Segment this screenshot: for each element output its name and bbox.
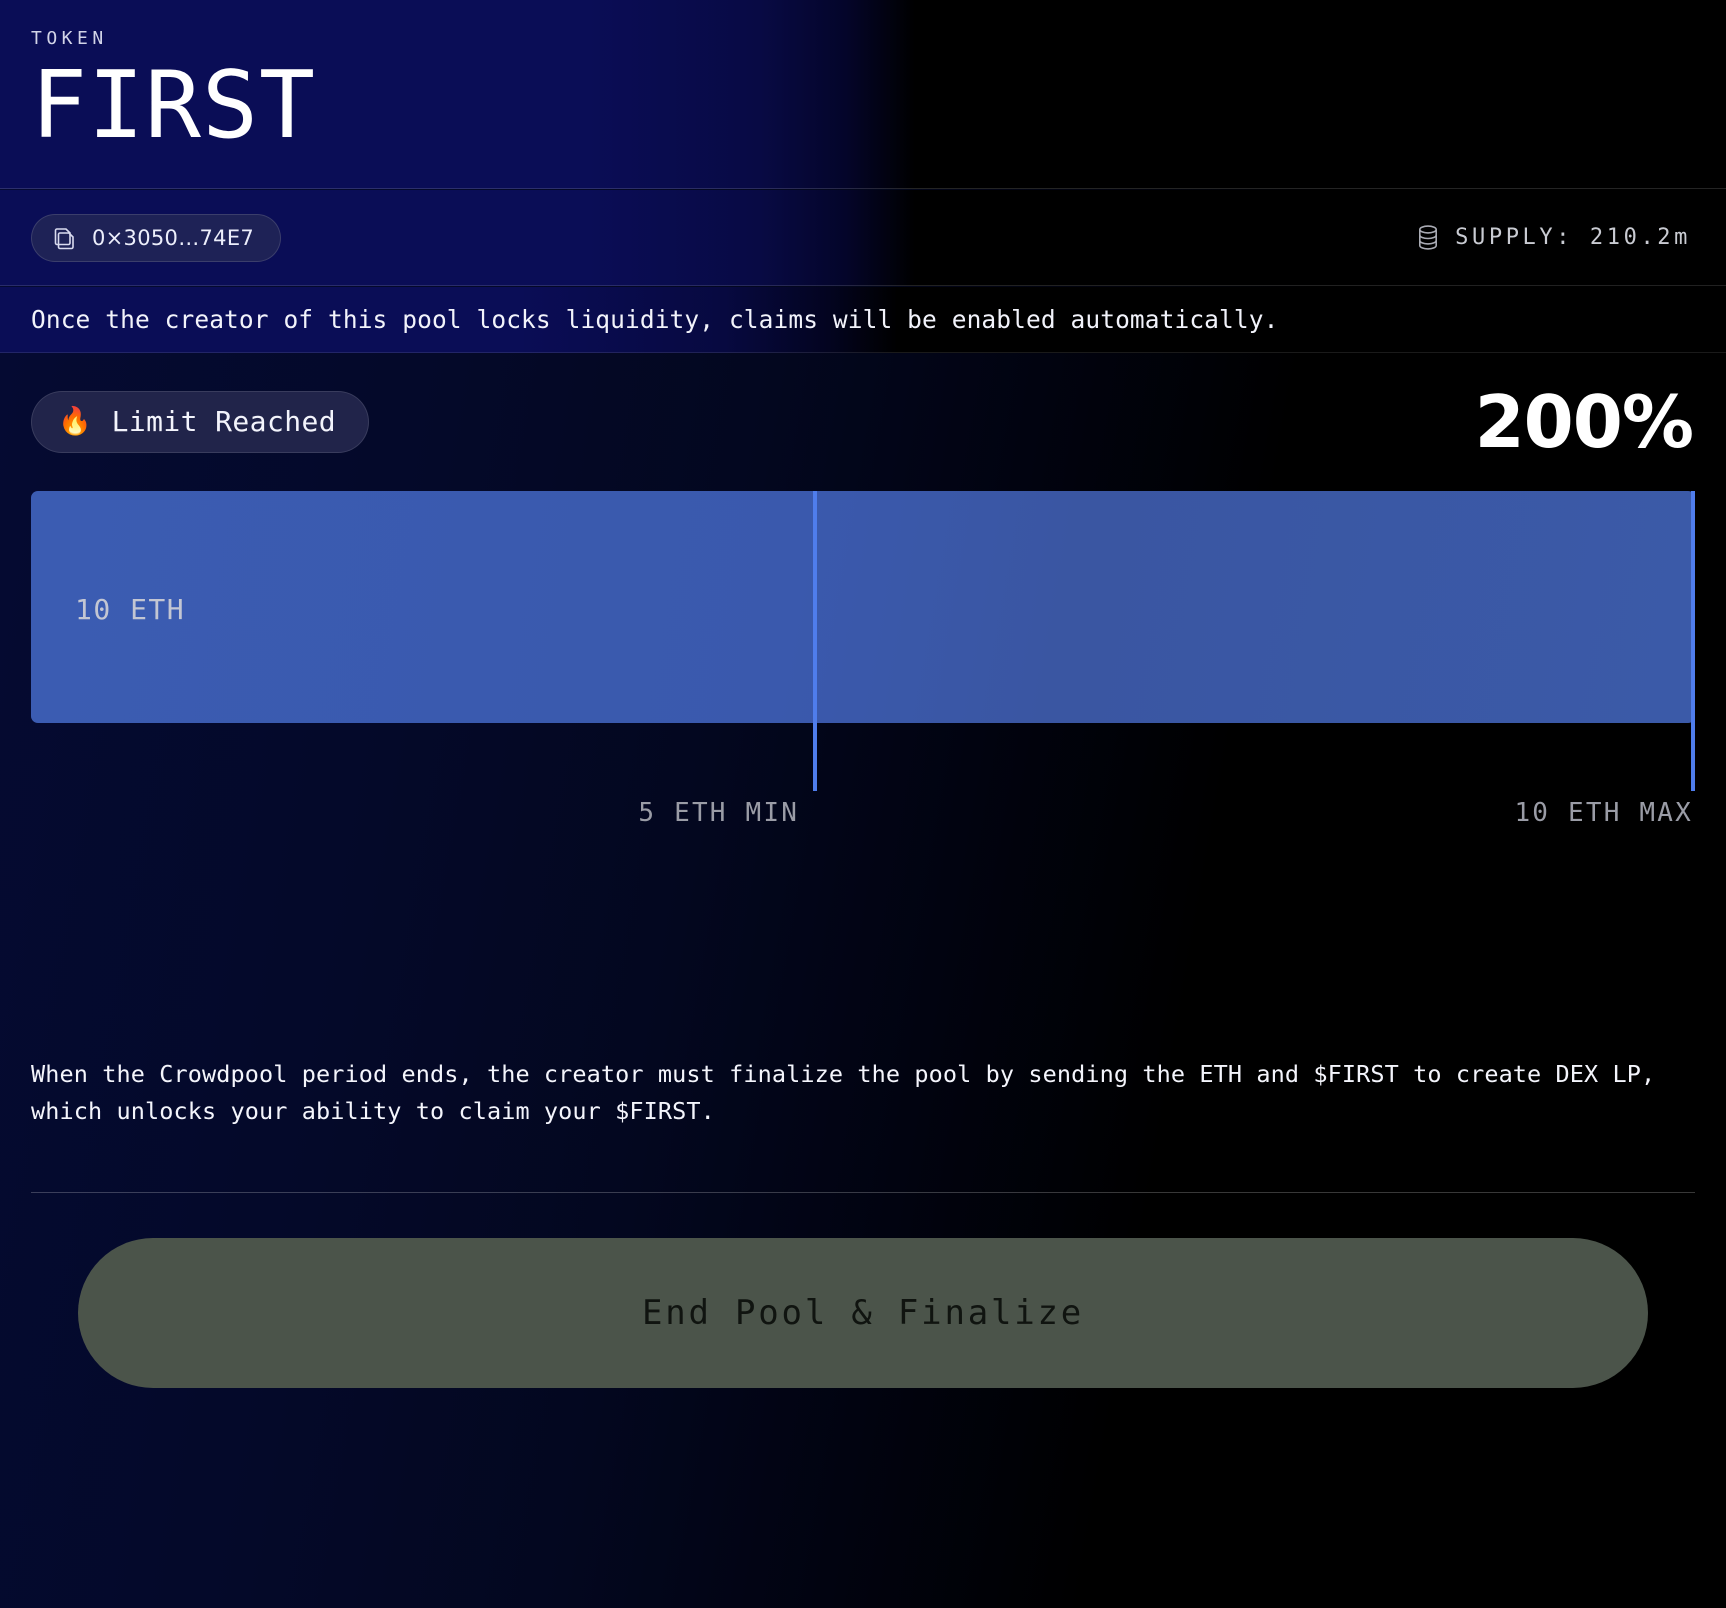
token-kicker: TOKEN xyxy=(31,28,108,49)
progress-bar-area: 10 ETH 5 ETH MIN 10 ETH MAX xyxy=(31,491,1695,831)
supply-value: SUPPLY: 210.2m xyxy=(1455,225,1691,250)
min-threshold-marker xyxy=(813,491,818,791)
claims-notice-text: Once the creator of this pool locks liqu… xyxy=(31,305,1279,334)
supply-info: SUPPLY: 210.2m xyxy=(1418,224,1695,251)
page-title: FIRST xyxy=(31,51,316,159)
cta-container: End Pool & Finalize xyxy=(0,1238,1726,1388)
copy-address-button[interactable]: 0×3050…74E7 xyxy=(31,213,282,262)
max-threshold-label: 10 ETH MAX xyxy=(1514,798,1693,828)
end-pool-finalize-button[interactable]: End Pool & Finalize xyxy=(78,1238,1648,1388)
status-badge-label: Limit Reached xyxy=(111,405,336,438)
max-threshold-marker xyxy=(1691,491,1695,791)
token-header: TOKEN FIRST xyxy=(0,0,1726,189)
database-icon xyxy=(1418,224,1438,251)
fire-icon: 🔥 xyxy=(58,406,92,437)
progress-header-row: 🔥 Limit Reached 200% xyxy=(31,354,1695,489)
progress-bar-fill xyxy=(31,491,1695,723)
copy-icon xyxy=(54,226,76,250)
token-address: 0×3050…74E7 xyxy=(92,225,255,250)
claims-notice-bar: Once the creator of this pool locks liqu… xyxy=(0,287,1726,353)
token-meta-row: 0×3050…74E7 SUPPLY: 210.2m xyxy=(0,190,1726,286)
progress-bar-value-label: 10 ETH xyxy=(75,593,186,626)
section-divider xyxy=(31,1192,1695,1193)
progress-percent: 200% xyxy=(1474,379,1694,464)
finalize-explainer-text: When the Crowdpool period ends, the crea… xyxy=(31,1060,1656,1125)
crowdpool-progress-section: 🔥 Limit Reached 200% 10 ETH 5 ETH MIN 10… xyxy=(0,354,1726,954)
status-badge[interactable]: 🔥 Limit Reached xyxy=(31,390,369,453)
progress-bar-track xyxy=(31,491,1695,723)
